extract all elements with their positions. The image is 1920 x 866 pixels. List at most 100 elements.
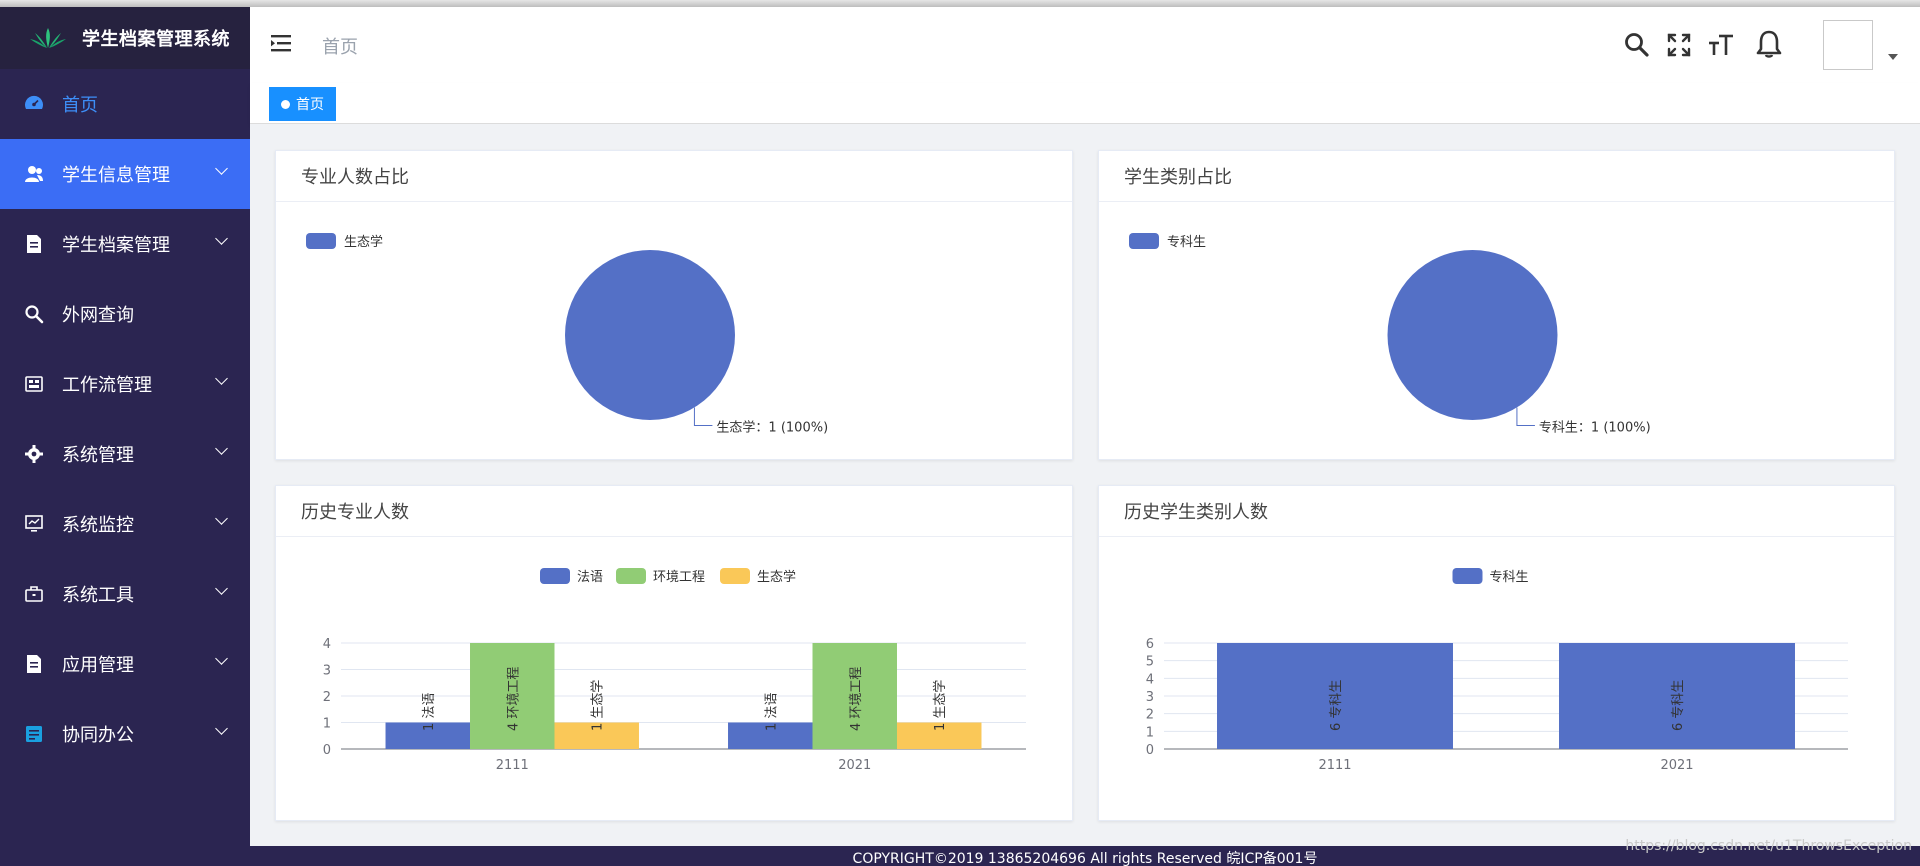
legend-swatch [1129,233,1159,249]
type-history-bar-chart: 专科生 0 1 2 3 4 5 6 6 专科生 2111 6 专科生 2021 [1146,568,1848,773]
bar-data-label: 1 生态学 [932,680,948,731]
y-tick-label: 1 [1146,725,1154,740]
sidebar-item-3[interactable]: 学生档案管理 [0,209,250,279]
pie-slice [565,250,735,420]
pie-slice [1387,250,1558,420]
type-ratio-card: 学生类别占比 专科生专科生：1 (100%) [1098,150,1895,460]
legend-swatch [306,233,336,249]
major-history-card: 历史专业人数 法语 环境工程 生态学 0 1 2 3 4 1 法语 4 环境工程 1 生态学 2111… [275,485,1073,821]
dashboard-icon [25,95,43,109]
legend-label: 专科生 [1167,235,1206,250]
fullscreen-icon[interactable] [1665,31,1693,59]
card-title: 历史学生类别人数 [1099,486,1894,537]
y-tick-label: 6 [1146,637,1154,652]
user-icon [25,166,43,182]
caret-down-icon[interactable] [1888,54,1898,60]
top-header: 首页 [250,7,1920,83]
legend-swatch [1452,568,1483,584]
y-tick-label: 5 [1146,655,1154,670]
card-title: 专业人数占比 [276,151,1072,202]
sidebar-item-10[interactable]: 协同办公 [0,699,250,769]
document-icon [27,655,41,673]
sidebar-item-6[interactable]: 系统管理 [0,419,250,489]
sidebar-item-1[interactable]: 首页 [0,69,250,139]
y-tick-label: 3 [1146,690,1154,705]
dashboard: 专业人数占比 生态学 生态学：1 (100%) 学生类别占比 专科生 专科生：1 (… [250,124,1920,846]
leaf-logo-icon [30,28,66,48]
legend-swatch [720,568,750,584]
chevron-down-icon [215,652,228,665]
sidebar-item-7[interactable]: 系统监控 [0,489,250,559]
bell-icon[interactable] [1753,28,1785,60]
sidebar-menu: 首页学生信息管理 学生档案管理 外网查询工作流管理系统管理系统监控系统工具应用管理协… [0,69,250,769]
y-tick-label: 2 [323,690,331,705]
card-title: 历史专业人数 [276,486,1072,537]
chevron-down-icon [215,582,228,595]
sidebar-item-label: 应用管理 [62,655,134,676]
menu-fold-icon[interactable] [271,33,293,53]
search-icon [25,305,44,324]
legend-label: 法语 [577,570,603,585]
sidebar-item-label: 学生信息管理 [62,165,170,186]
chevron-down-icon [215,722,228,735]
search-icon[interactable] [1623,31,1651,59]
legend-label: 生态学 [757,569,796,585]
app-logo[interactable]: 学生档案管理系统 [0,7,250,69]
breadcrumb[interactable]: 首页 [322,33,358,59]
tags-view: 首页 [250,83,1920,124]
bar-data-label: 4 环境工程 [849,667,864,731]
workflow-icon [25,376,43,392]
card-title: 学生类别占比 [1099,151,1894,202]
sidebar-item-label: 系统监控 [62,515,134,536]
sidebar-item-9[interactable]: 应用管理 [0,629,250,699]
y-tick-label: 0 [1146,743,1154,758]
avatar[interactable] [1823,20,1873,70]
pie-data-label: 专科生：1 (100%) [1539,420,1651,435]
bar-data-label: 6 专科生 [1329,680,1344,731]
sidebar-item-label: 学生档案管理 [62,235,170,256]
sidebar-item-label: 外网查询 [62,305,134,326]
pie-label-line [1516,407,1535,426]
major-ratio-pie-chart: 生态学生态学：1 (100%) [306,233,828,435]
y-tick-label: 4 [1146,672,1154,687]
bar-data-label: 1 生态学 [590,680,606,731]
watermark: https://blog.csdn.net/u1ThrowsException [1625,838,1912,854]
y-tick-label: 4 [323,637,331,652]
chevron-down-icon [215,372,228,385]
toolbox-icon [25,586,43,602]
chevron-down-icon [215,232,228,245]
sidebar-item-4[interactable]: 外网查询 [0,279,250,349]
font-size-icon[interactable] [1707,31,1735,59]
y-tick-label: 1 [323,717,331,732]
sidebar-item-label: 工作流管理 [62,375,152,396]
chevron-down-icon [215,162,228,175]
chevron-down-icon [215,442,228,455]
y-tick-label: 3 [323,664,331,679]
tag-dot-icon [281,99,290,109]
x-tick-label: 2021 [838,758,871,773]
sidebar: 学生档案管理系统 首页学生信息管理 学生档案管理 外网查询工作流管理系统管理系统监控… [0,7,250,866]
chevron-down-icon [215,512,228,525]
sidebar-item-label: 协同办公 [62,725,134,746]
legend-label: 生态学 [344,234,383,250]
sidebar-item-2[interactable]: 学生信息管理 [0,139,250,209]
gear-icon [25,445,43,463]
sidebar-item-8[interactable]: 系统工具 [0,559,250,629]
legend-label: 专科生 [1490,570,1529,585]
y-tick-label: 0 [323,743,331,758]
document-icon [27,235,41,253]
bar-data-label: 1 法语 [422,693,437,731]
major-ratio-card: 专业人数占比 生态学 生态学：1 (100%) [275,150,1073,460]
top-strip [0,0,1920,7]
y-tick-label: 2 [1146,708,1154,723]
tag-home[interactable]: 首页 [269,87,336,121]
sidebar-item-label: 系统管理 [62,445,134,466]
sidebar-item-5[interactable]: 工作流管理 [0,349,250,419]
legend-swatch [616,568,646,584]
legend-swatch [540,568,570,584]
bar-data-label: 4 环境工程 [506,667,521,731]
x-tick-label: 2111 [1318,758,1351,773]
bar-data-label: 1 法语 [764,693,779,731]
type-history-card: 历史学生类别人数 专科生 0 1 2 3 4 5 6 6 专科生 2111 6 专科生 2021 [1098,485,1895,821]
sidebar-item-label: 首页 [62,95,98,116]
